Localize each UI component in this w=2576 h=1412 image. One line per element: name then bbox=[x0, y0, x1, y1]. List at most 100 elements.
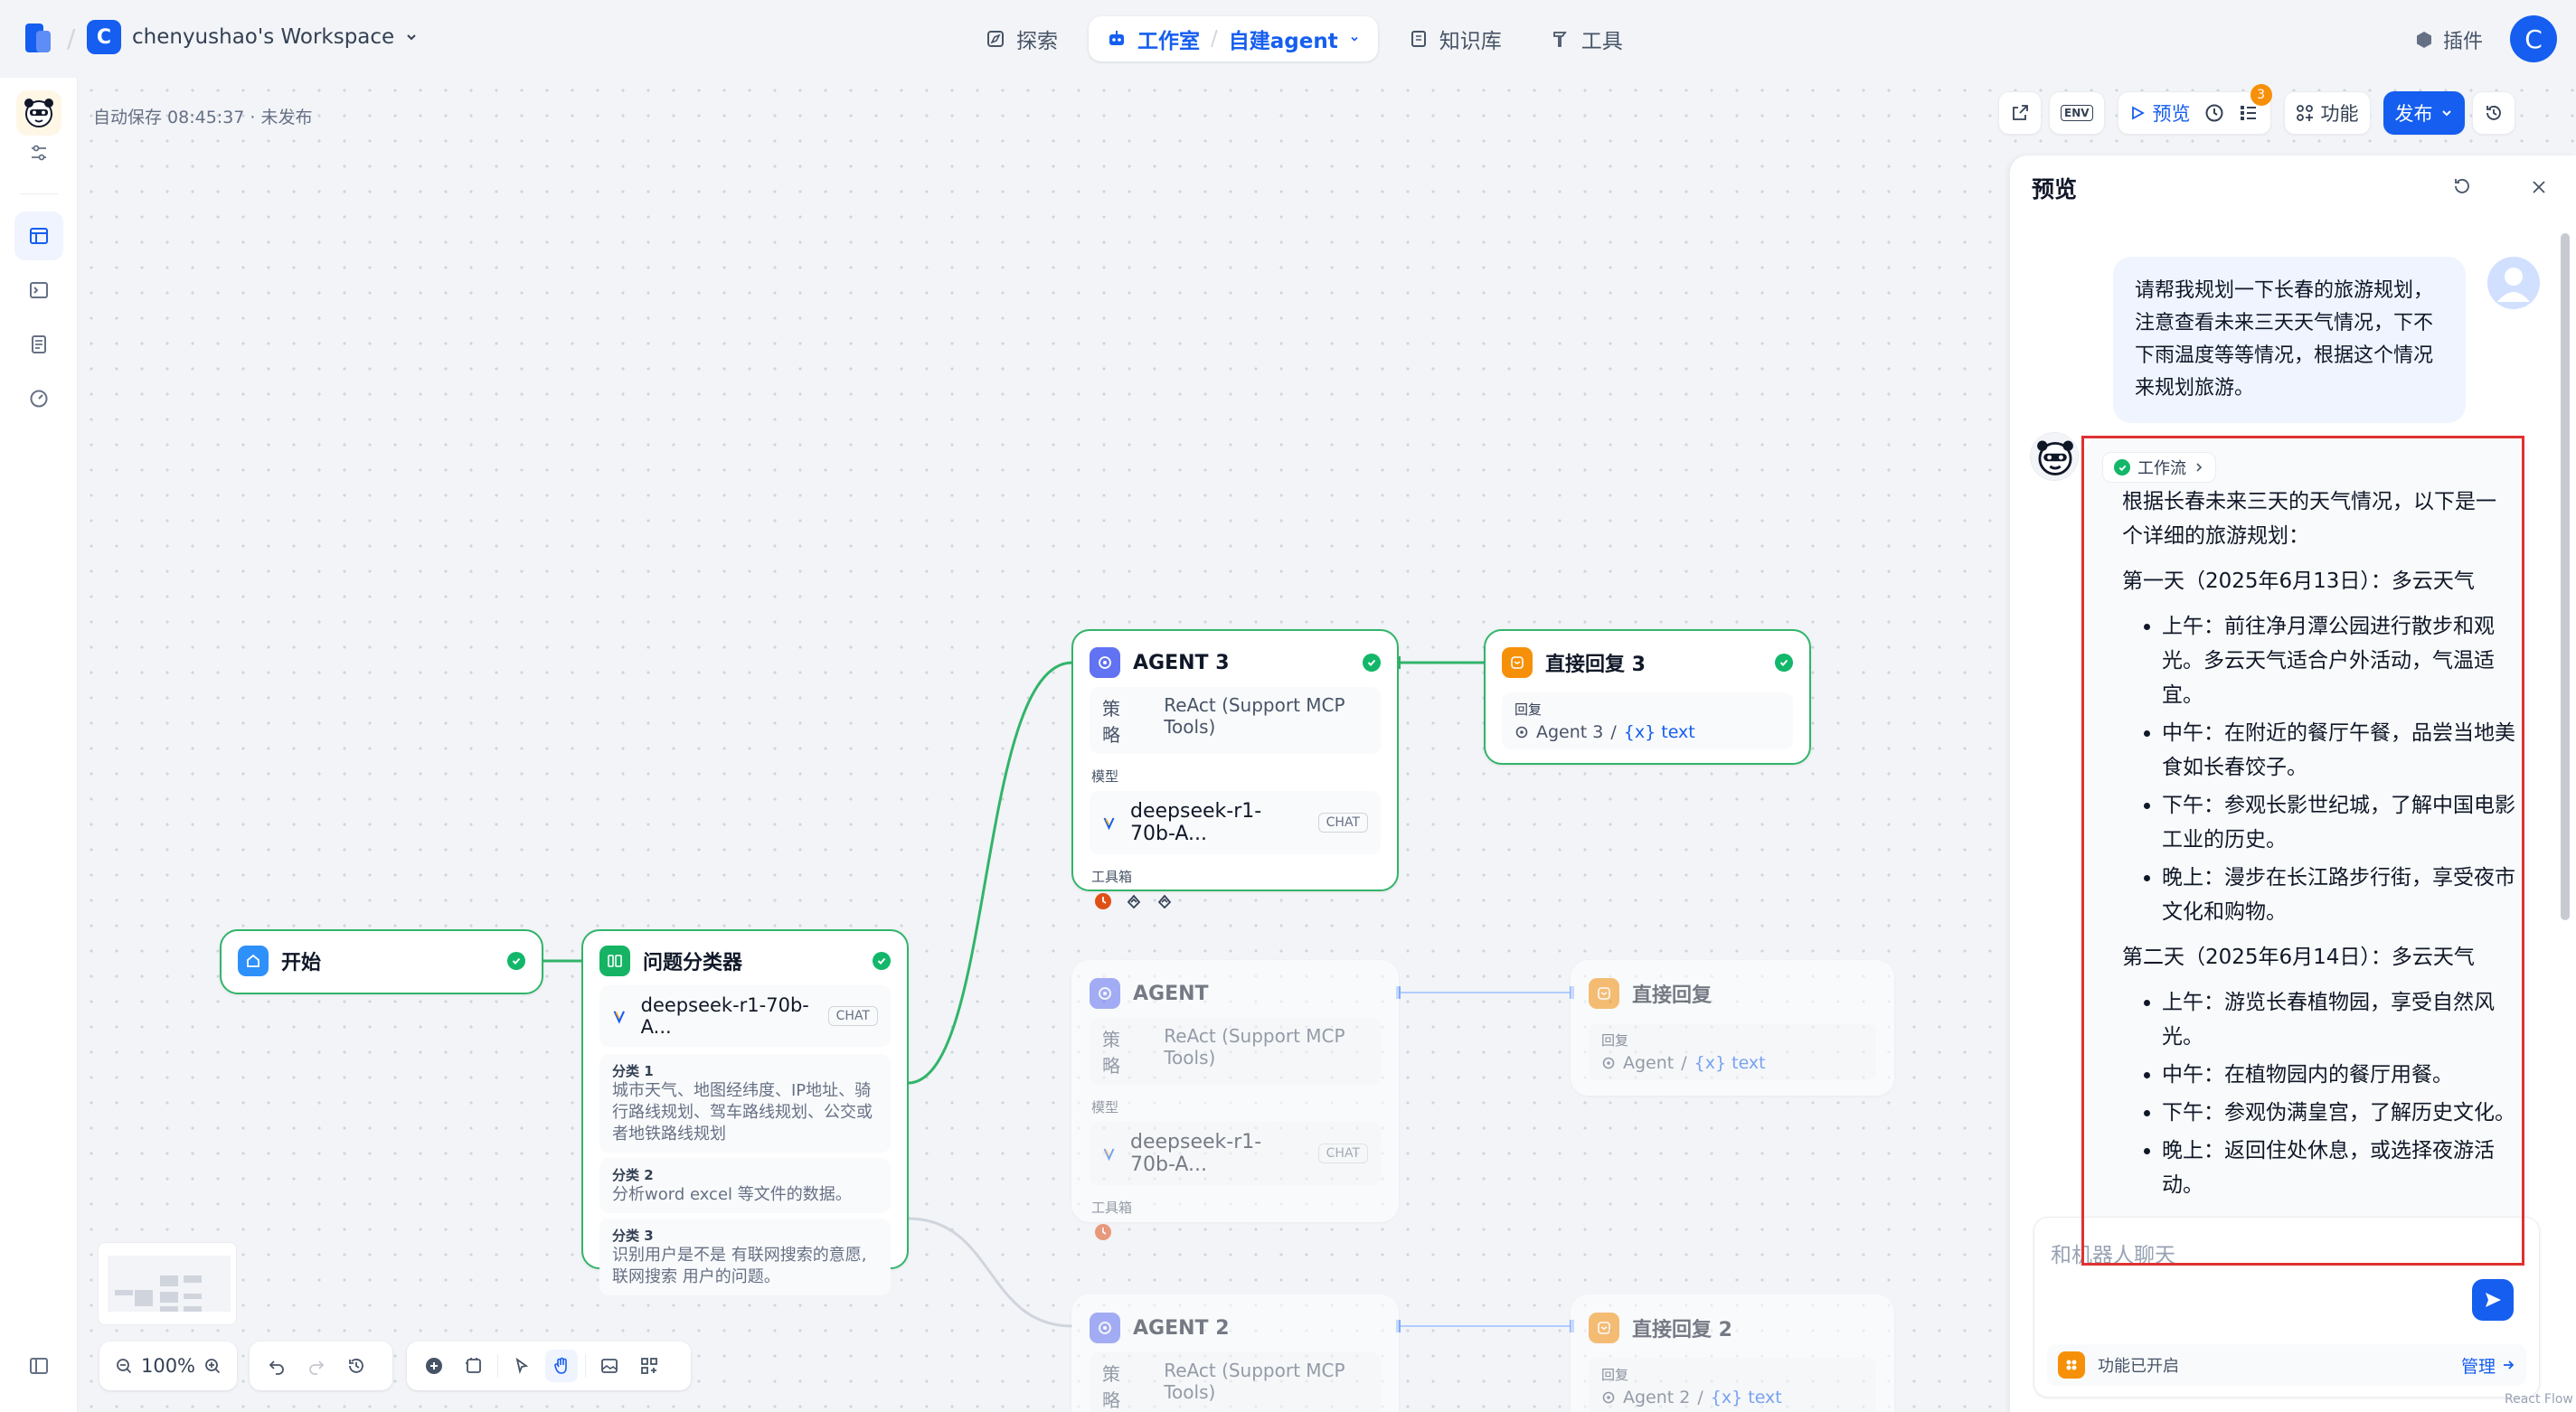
mcp-tool-icon[interactable] bbox=[1155, 891, 1175, 911]
manage-label: 管理 bbox=[2460, 1356, 2496, 1377]
reply-source-separator: / bbox=[1681, 1053, 1687, 1073]
success-icon bbox=[873, 952, 891, 970]
agent-icon bbox=[1515, 726, 1528, 739]
strategy-value: ReAct (Support MCP Tools) bbox=[1164, 694, 1345, 738]
node-title: 开始 bbox=[281, 952, 322, 974]
node-agent-3[interactable]: AGENT 3 策略 ReAct (Support MCP Tools) 模型 … bbox=[1071, 629, 1399, 909]
zoom-controls: 100% bbox=[99, 1341, 237, 1390]
success-icon bbox=[507, 952, 525, 970]
class-label: 分类 2 bbox=[612, 1167, 654, 1183]
layout-grid-icon bbox=[641, 1358, 657, 1374]
reply-icon bbox=[1502, 647, 1533, 678]
class-item: 分类 1 城市天气、地图经纬度、IP地址、骑行路线规划、驾车路线规划、公交或者地… bbox=[599, 1054, 891, 1153]
hand-mode-button[interactable] bbox=[545, 1350, 578, 1382]
node-agent[interactable]: AGENT 策略 ReAct (Support MCP Tools) 模型 de… bbox=[1071, 960, 1399, 1240]
agent-icon bbox=[1090, 1313, 1120, 1343]
undo-icon bbox=[269, 1360, 284, 1375]
node-start[interactable]: 开始 bbox=[220, 929, 543, 994]
node-direct-reply-3[interactable]: 直接回复 3 回复 Agent 3 / {x} text bbox=[1484, 629, 1811, 765]
zoom-in-icon bbox=[205, 1359, 221, 1374]
plus-circle-icon bbox=[426, 1358, 442, 1374]
image-icon bbox=[601, 1359, 618, 1373]
node-agent-2[interactable]: AGENT 2 策略 ReAct (Support MCP Tools) bbox=[1071, 1294, 1399, 1412]
hand-icon bbox=[554, 1357, 567, 1374]
clock-tool-icon[interactable] bbox=[1093, 891, 1113, 911]
reply-var: {x} text bbox=[1710, 1388, 1782, 1407]
class-item: 分类 2 分析word excel 等文件的数据。 bbox=[599, 1158, 891, 1213]
edge-classifier-agent3 bbox=[907, 661, 1073, 1085]
node-title: 直接回复 3 bbox=[1545, 654, 1646, 676]
history-button[interactable] bbox=[340, 1350, 373, 1382]
tools-label: 工具箱 bbox=[1091, 1200, 1133, 1216]
model-name: deepseek-r1-70b-A... bbox=[1129, 800, 1262, 845]
strategy-field: 策略 ReAct (Support MCP Tools) bbox=[1090, 687, 1381, 754]
node-direct-reply[interactable]: 直接回复 回复 Agent / {x} text bbox=[1571, 960, 1894, 1096]
minimap[interactable] bbox=[98, 1242, 237, 1325]
reply-icon bbox=[1589, 1313, 1619, 1343]
history-icon bbox=[349, 1359, 363, 1373]
node-direct-reply-2[interactable]: 直接回复 2 回复 Agent 2 / {x} text bbox=[1571, 1294, 1894, 1412]
preview-scrollbar[interactable] bbox=[2561, 233, 2570, 920]
toolbar-divider bbox=[497, 1354, 498, 1378]
pointer-mode-button[interactable] bbox=[505, 1350, 538, 1382]
class-label: 分类 3 bbox=[612, 1228, 654, 1244]
restart-icon[interactable] bbox=[2451, 175, 2473, 197]
strategy-field: 策略 ReAct (Support MCP Tools) bbox=[1090, 1352, 1381, 1412]
class-desc: 分析word excel 等文件的数据。 bbox=[612, 1185, 852, 1204]
arrow-right-icon bbox=[2504, 1360, 2515, 1370]
model-name: deepseek-r1-70b-A... bbox=[1129, 1131, 1262, 1176]
strategy-value: ReAct (Support MCP Tools) bbox=[1164, 1360, 1345, 1403]
toolbar-divider bbox=[585, 1354, 586, 1378]
class-desc: 识别用户是不是 有联网搜索的意愿, 联网搜索 用户的问题。 bbox=[612, 1246, 867, 1286]
add-node-button[interactable] bbox=[418, 1350, 450, 1382]
reply-var: {x} text bbox=[1623, 722, 1695, 742]
add-note-button[interactable] bbox=[458, 1350, 490, 1382]
zoom-level[interactable]: 100% bbox=[141, 1355, 195, 1377]
node-question-classifier[interactable]: 问题分类器 deepseek-r1-70b-A... CHAT 分类 1 城市天… bbox=[581, 929, 909, 1295]
reply-icon bbox=[1589, 978, 1619, 1009]
tools-list bbox=[1093, 1222, 1377, 1242]
minimap-preview bbox=[108, 1256, 231, 1312]
undo-button[interactable] bbox=[260, 1350, 293, 1382]
cursor-icon bbox=[515, 1357, 529, 1375]
reply-label: 回复 bbox=[1601, 1032, 1629, 1049]
strategy-label: 策略 bbox=[1102, 1363, 1120, 1411]
reply-source: Agent 2 bbox=[1623, 1388, 1691, 1407]
reply-variable: Agent 2 / {x} text bbox=[1601, 1388, 1864, 1407]
close-icon[interactable] bbox=[2531, 179, 2547, 195]
strategy-field: 策略 ReAct (Support MCP Tools) bbox=[1090, 1018, 1381, 1085]
clock-tool-icon[interactable] bbox=[1093, 1222, 1113, 1242]
model-label: 模型 bbox=[1091, 768, 1119, 785]
model-selector[interactable]: deepseek-r1-70b-A... CHAT bbox=[599, 985, 891, 1047]
reply-variable: Agent 3 / {x} text bbox=[1514, 722, 1780, 742]
mcp-tool-icon[interactable] bbox=[1124, 891, 1144, 911]
zoom-out-button[interactable] bbox=[110, 1350, 137, 1382]
redo-icon bbox=[309, 1360, 325, 1375]
reply-var: {x} text bbox=[1694, 1053, 1766, 1073]
reply-label: 回复 bbox=[1514, 701, 1543, 718]
redo-button[interactable] bbox=[300, 1350, 333, 1382]
user-message: 请帮我规划一下长春的旅游规划，注意查看未来三天天气情况，下不下雨温度等等情况，根… bbox=[2113, 257, 2466, 423]
model-selector[interactable]: deepseek-r1-70b-A... CHAT bbox=[1090, 791, 1381, 854]
preview-title: 预览 bbox=[2032, 176, 2078, 202]
zoom-in-button[interactable] bbox=[199, 1350, 226, 1382]
reply-field: 回复 Agent / {x} text bbox=[1589, 1023, 1876, 1080]
node-title: AGENT bbox=[1133, 982, 1209, 1005]
reply-label: 回复 bbox=[1601, 1367, 1629, 1383]
react-flow-attribution[interactable]: React Flow bbox=[2505, 1392, 2573, 1407]
model-selector[interactable]: deepseek-r1-70b-A... CHAT bbox=[1090, 1122, 1381, 1185]
send-icon bbox=[2486, 1293, 2501, 1307]
manage-features-link[interactable]: 管理 bbox=[2461, 1353, 2515, 1378]
organize-button[interactable] bbox=[633, 1350, 665, 1382]
success-icon bbox=[1775, 654, 1793, 672]
reply-source: Agent bbox=[1623, 1053, 1675, 1073]
model-provider-icon bbox=[1103, 817, 1115, 831]
send-button[interactable] bbox=[2472, 1279, 2514, 1321]
features-bar: 功能已开启 管理 bbox=[2047, 1344, 2526, 1386]
model-tag: CHAT bbox=[827, 1006, 878, 1026]
edge-classifier-agent2 bbox=[907, 1217, 1073, 1328]
export-image-button[interactable] bbox=[593, 1350, 626, 1382]
class-item: 分类 3 识别用户是不是 有联网搜索的意愿, 联网搜索 用户的问题。 bbox=[599, 1219, 891, 1295]
reply-source: Agent 3 bbox=[1536, 722, 1604, 742]
history-controls bbox=[250, 1341, 392, 1390]
